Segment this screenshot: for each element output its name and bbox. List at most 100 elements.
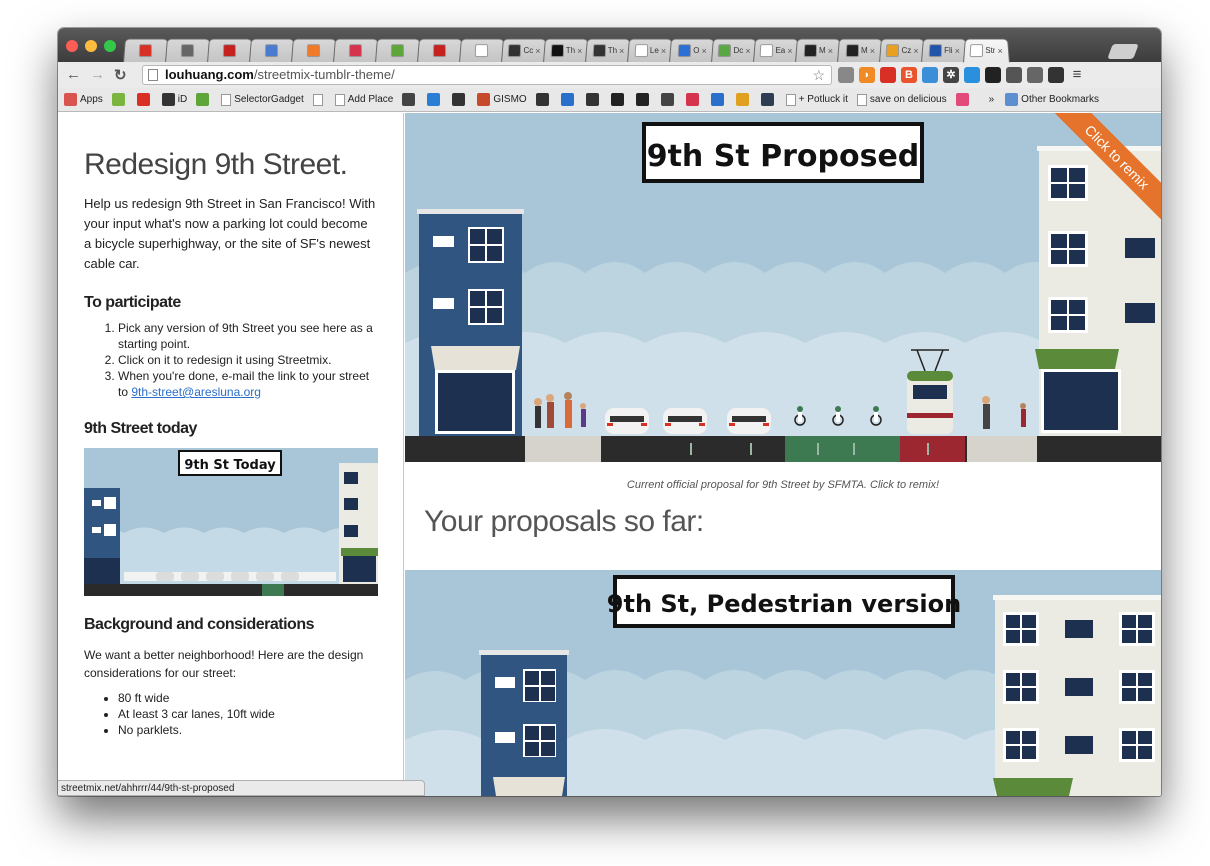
intro-text: Help us redesign 9th Street in San Franc… <box>84 196 376 271</box>
bookmark-star-icon[interactable]: ☆ <box>812 66 825 84</box>
browser-tab[interactable]: Ea × <box>753 38 800 63</box>
browser-tab[interactable]: Le × <box>627 38 674 63</box>
browser-tab[interactable] <box>249 38 296 63</box>
blogger-icon[interactable]: B <box>901 67 917 83</box>
proposed-street-illustration[interactable]: 9th St Proposed Click to remix <box>405 113 1161 462</box>
address-bar[interactable]: louhuang.com/streetmix-tumblr-theme/ ☆ <box>142 65 832 85</box>
menu-icon[interactable]: ≡ <box>1069 67 1085 83</box>
forward-arrow-icon[interactable]: → <box>90 66 105 83</box>
tab-favicon-icon <box>718 44 732 58</box>
bookmark-item[interactable] <box>685 93 702 106</box>
tab-title: Dc <box>733 46 744 56</box>
bookmark-item[interactable]: SelectorGadget <box>221 93 304 106</box>
new-tab-button[interactable] <box>1107 44 1139 59</box>
browser-tab[interactable] <box>291 38 338 63</box>
bookmark-item[interactable] <box>660 93 677 106</box>
browser-tab[interactable] <box>375 38 422 63</box>
reload-icon[interactable]: ↻ <box>114 66 127 84</box>
close-tab-icon[interactable]: × <box>954 46 960 56</box>
close-tab-icon[interactable]: × <box>535 46 541 56</box>
tab-favicon-icon <box>390 44 405 58</box>
browser-tab[interactable]: Cc × <box>501 38 548 63</box>
bookmark-item[interactable] <box>427 93 443 106</box>
bookmark-item[interactable] <box>196 93 212 106</box>
browser-tab[interactable]: Th × <box>543 38 590 63</box>
browser-tab[interactable] <box>333 38 380 63</box>
browser-tab[interactable]: Fli × <box>921 38 968 63</box>
bookmark-item[interactable]: Apps <box>64 93 103 106</box>
close-tab-icon[interactable]: × <box>997 46 1003 56</box>
close-tab-icon[interactable]: × <box>745 46 751 56</box>
back-arrow-icon[interactable]: ← <box>66 66 81 83</box>
street-today-thumbnail[interactable]: 9th St Today <box>84 448 378 596</box>
close-tab-icon[interactable]: × <box>577 46 583 56</box>
tab-title: Fli <box>944 46 953 56</box>
gear-icon[interactable]: ✲ <box>943 67 959 83</box>
page-icon <box>785 93 796 106</box>
bookmark-item[interactable] <box>402 93 418 106</box>
bookmark-item[interactable] <box>585 93 602 106</box>
extension-icon[interactable] <box>985 67 1001 83</box>
bookmark-item[interactable] <box>635 93 652 106</box>
close-window-button[interactable] <box>66 40 78 52</box>
bookmark-item[interactable] <box>136 93 153 106</box>
browser-tab[interactable]: M × <box>837 38 884 63</box>
extension-icon[interactable] <box>922 67 938 83</box>
close-tab-icon[interactable]: × <box>870 46 876 56</box>
bookmark-item[interactable] <box>535 93 552 106</box>
bookmark-item[interactable] <box>610 93 627 106</box>
extension-icon[interactable] <box>838 67 854 83</box>
browser-tab[interactable] <box>417 38 464 63</box>
extension-icon[interactable] <box>1006 67 1022 83</box>
browser-tab[interactable]: Str × <box>963 38 1010 63</box>
rss-icon[interactable]: ◗ <box>859 67 875 83</box>
tab-favicon-icon <box>969 44 984 58</box>
browser-window: Cc × Th × Th × Le × O × Dc × Ea × M × M × Cz × Fli × Str × ← → … <box>58 28 1161 796</box>
browser-tab[interactable] <box>165 38 212 63</box>
bookmark-favicon-icon <box>161 93 175 106</box>
browser-tab[interactable] <box>459 38 506 63</box>
bookmark-item[interactable]: iD <box>161 93 187 106</box>
browser-tab[interactable] <box>123 38 170 63</box>
pedestrian-street-illustration[interactable]: 9th St, Pedestrian version <box>405 570 1161 796</box>
close-tab-icon[interactable]: × <box>787 46 793 56</box>
bookmark-item[interactable]: + Potluck it <box>785 93 848 106</box>
bookmark-label: Add Place <box>347 94 394 105</box>
consideration-item: No parklets. <box>118 722 377 738</box>
bookmark-item[interactable] <box>760 93 777 106</box>
bookmark-item[interactable]: Add Place <box>334 93 394 106</box>
extension-icon[interactable] <box>880 67 896 83</box>
zoom-window-button[interactable] <box>104 40 116 52</box>
extension-icon[interactable] <box>964 67 980 83</box>
close-tab-icon[interactable]: × <box>619 46 625 56</box>
browser-tab[interactable]: M × <box>795 38 842 63</box>
bookmark-item[interactable] <box>735 93 752 106</box>
close-tab-icon[interactable]: × <box>701 46 707 56</box>
bookmark-item[interactable] <box>312 93 326 106</box>
bookmark-favicon-icon <box>685 93 699 106</box>
window-controls <box>66 40 116 52</box>
browser-tab[interactable]: O × <box>669 38 716 63</box>
browser-tab[interactable]: Th × <box>585 38 632 63</box>
bookmark-item[interactable] <box>452 93 468 106</box>
close-tab-icon[interactable]: × <box>828 46 834 56</box>
bookmark-item[interactable]: save on delicious <box>856 93 947 106</box>
bookmark-item[interactable]: GISMO <box>477 93 527 106</box>
pocket-icon[interactable] <box>1027 67 1043 83</box>
bookmark-item[interactable] <box>111 93 128 106</box>
bookmark-item[interactable] <box>710 93 727 106</box>
close-tab-icon[interactable]: × <box>661 46 667 56</box>
extension-icon[interactable] <box>1048 67 1064 83</box>
bookmark-item[interactable]: » <box>989 94 995 105</box>
bookmark-item[interactable] <box>560 93 577 106</box>
browser-tab[interactable]: Cz × <box>879 38 926 63</box>
bookmark-item[interactable]: Other Bookmarks <box>1005 93 1099 106</box>
close-tab-icon[interactable]: × <box>913 46 919 56</box>
tab-title: Th <box>607 46 618 56</box>
email-link[interactable]: 9th-street@aresluna.org <box>131 385 261 399</box>
bookmark-favicon-icon <box>1005 93 1019 106</box>
minimize-window-button[interactable] <box>85 40 97 52</box>
browser-tab[interactable]: Dc × <box>711 38 758 63</box>
browser-tab[interactable] <box>207 38 254 63</box>
bookmark-item[interactable] <box>955 93 972 106</box>
